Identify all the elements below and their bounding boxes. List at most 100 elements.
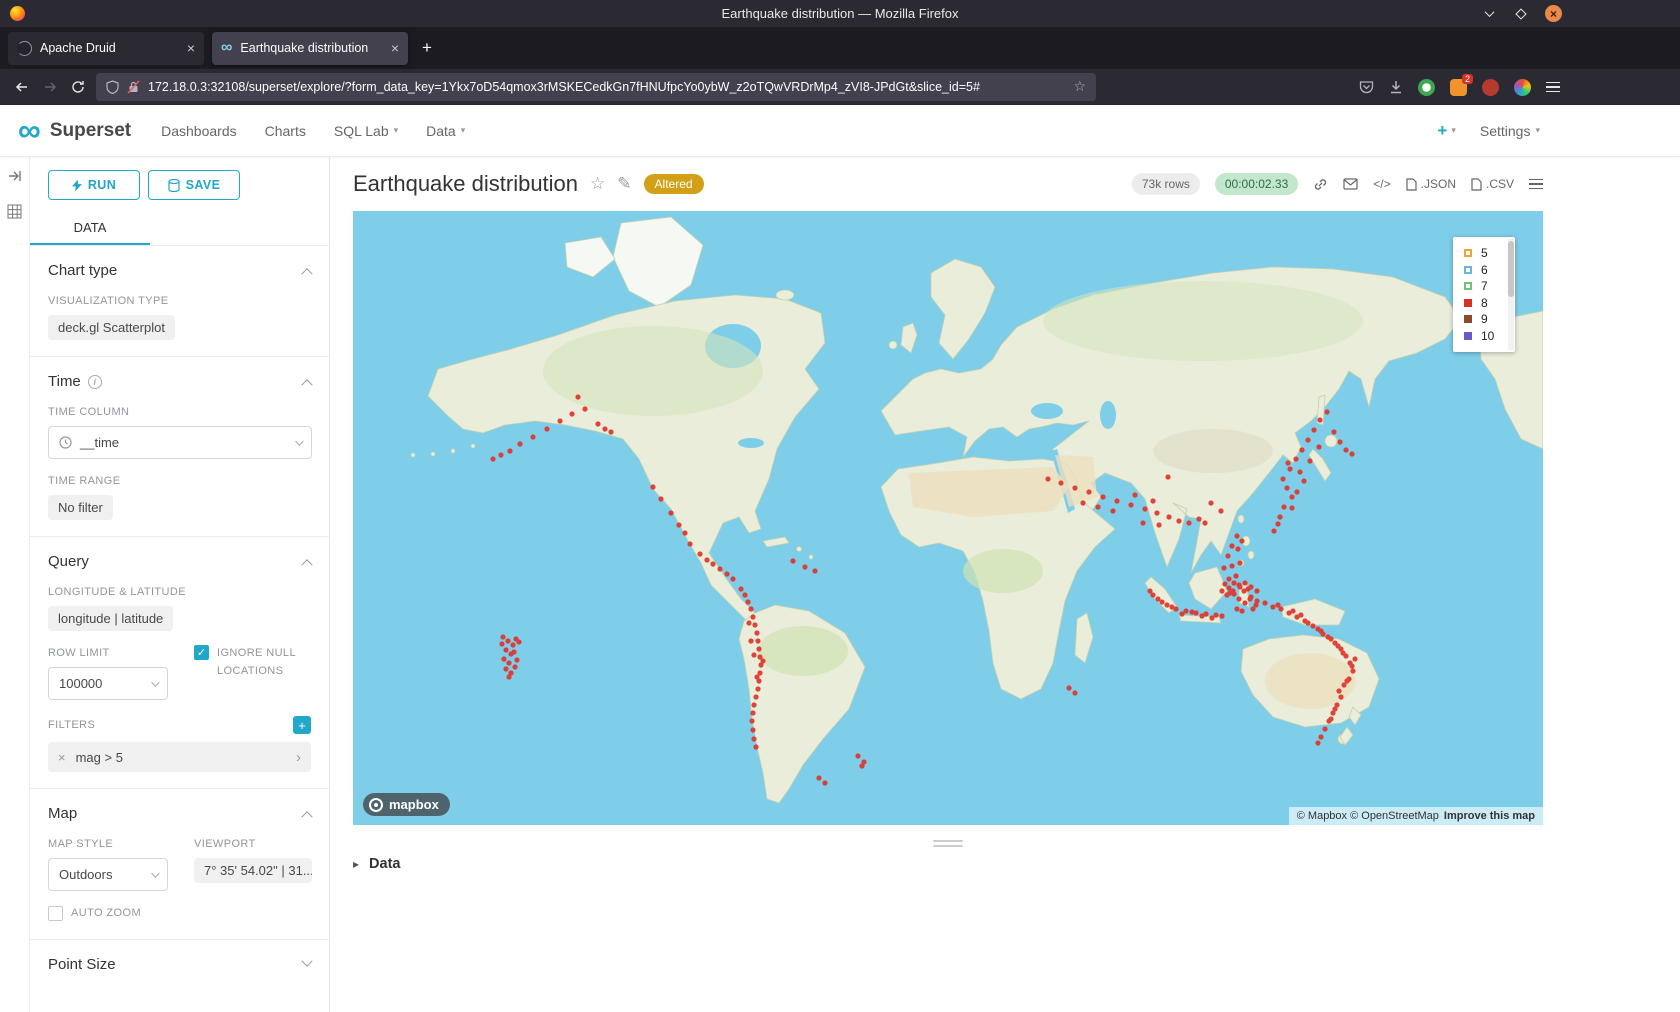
viz-type-chip[interactable]: deck.gl Scatterplot — [48, 315, 175, 340]
window-close-button[interactable]: × — [1545, 5, 1562, 22]
legend-item[interactable]: 5 — [1464, 245, 1499, 262]
superset-logo-icon[interactable]: ∞ — [18, 118, 41, 144]
add-filter-button[interactable]: + — [293, 716, 311, 734]
legend-swatch-icon — [1464, 249, 1472, 257]
map-legend: 56789 10 — [1453, 237, 1515, 352]
legend-item[interactable]: 7 — [1464, 278, 1499, 295]
chart-title: Earthquake distribution — [353, 171, 578, 197]
legend-item[interactable]: 8 — [1464, 295, 1499, 312]
url-text[interactable]: 172.18.0.3:32108/superset/explore/?form_… — [148, 80, 1065, 94]
browser-tab-druid[interactable]: Apache Druid × — [8, 32, 204, 65]
nav-sql-lab[interactable]: SQL Lab▾ — [334, 123, 398, 139]
legend-scrollbar-thumb[interactable] — [1508, 241, 1514, 297]
legend-item[interactable]: 10 — [1464, 328, 1499, 345]
extension-icon-4[interactable] — [1514, 79, 1531, 96]
export-json-button[interactable]: .JSON — [1406, 177, 1456, 191]
chevron-down-icon: ▾ — [461, 126, 466, 136]
browser-toolbar: 172.18.0.3:32108/superset/explore/?form_… — [0, 69, 1680, 105]
map-style-select[interactable]: Outdoors — [48, 858, 168, 891]
expand-filter-icon[interactable]: › — [296, 749, 301, 766]
run-button[interactable]: RUN — [48, 170, 140, 200]
reload-button[interactable] — [64, 74, 92, 100]
auto-zoom-checkbox[interactable] — [48, 906, 63, 921]
insecure-lock-icon[interactable] — [127, 80, 140, 94]
ignore-null-label: IGNORE NULL LOCATIONS — [217, 645, 311, 680]
resize-drag-handle[interactable] — [933, 840, 963, 847]
expand-panel-icon[interactable] — [8, 169, 22, 188]
collapse-chevron-icon[interactable] — [301, 559, 312, 570]
improve-map-link[interactable]: Improve this map — [1444, 810, 1535, 822]
nav-dashboards[interactable]: Dashboards — [161, 123, 237, 139]
legend-item[interactable]: 9 — [1464, 311, 1499, 328]
bookmark-star-icon[interactable]: ☆ — [1073, 79, 1086, 95]
url-bar[interactable]: 172.18.0.3:32108/superset/explore/?form_… — [96, 73, 1096, 101]
export-csv-button[interactable]: .CSV — [1471, 177, 1514, 191]
legend-swatch-icon — [1464, 282, 1472, 290]
section-header[interactable]: Point Size — [48, 956, 311, 973]
save-button[interactable]: SAVE — [148, 170, 240, 200]
bolt-icon — [72, 179, 82, 192]
cache-link-icon[interactable] — [1313, 177, 1328, 192]
viewport-chip[interactable]: 7° 35' 54.02" | 31... — [194, 858, 312, 883]
time-column-select[interactable]: __time — [48, 426, 312, 459]
collapse-chevron-icon[interactable] — [301, 268, 312, 279]
back-button[interactable] — [8, 74, 36, 100]
header-right: +▾ Settings▾ — [1437, 121, 1540, 141]
legend-item[interactable]: 6 — [1464, 262, 1499, 279]
dataset-grid-icon[interactable] — [7, 204, 22, 224]
expand-chevron-icon[interactable] — [301, 956, 312, 967]
section-map: Map MAP STYLE Outdoors VIEWPORT 7° 35' 5… — [30, 789, 329, 940]
clock-icon — [59, 436, 72, 449]
collapse-chevron-icon[interactable] — [301, 379, 312, 390]
extension-icon-1[interactable] — [1418, 79, 1435, 96]
query-timer-badge: 00:00:02.33 — [1215, 173, 1298, 195]
edit-pencil-icon[interactable]: ✎ — [617, 174, 631, 194]
section-header[interactable]: Query — [48, 553, 311, 570]
browser-tab-earthquake[interactable]: ∞ Earthquake distribution × — [212, 32, 408, 65]
chevron-down-icon: ▾ — [394, 126, 399, 136]
downloads-icon[interactable] — [1389, 80, 1403, 94]
extension-icon-3[interactable] — [1482, 79, 1499, 96]
new-tab-button[interactable]: + — [416, 38, 438, 58]
tab-data[interactable]: DATA — [30, 210, 150, 245]
new-object-button[interactable]: +▾ — [1437, 121, 1455, 141]
filter-chip[interactable]: × mag > 5 › — [48, 742, 311, 772]
altered-badge[interactable]: Altered — [644, 174, 704, 194]
remove-filter-icon[interactable]: × — [58, 750, 66, 765]
tracking-shield-icon[interactable] — [106, 80, 119, 94]
collapse-chevron-icon[interactable] — [301, 811, 312, 822]
menu-icon[interactable] — [1546, 82, 1560, 93]
window-maximize-button[interactable] — [1513, 6, 1529, 22]
tab-close-icon[interactable]: × — [391, 40, 399, 56]
world-map — [353, 211, 1543, 825]
time-range-chip[interactable]: No filter — [48, 495, 113, 520]
window-shade-button[interactable] — [1481, 6, 1497, 22]
legend-label: 9 — [1481, 312, 1488, 326]
south-pane: ▸ Data — [353, 840, 1543, 872]
filters-label: FILTERS — [48, 719, 95, 731]
chart-menu-icon[interactable] — [1529, 179, 1543, 190]
attribution-text[interactable]: © Mapbox © OpenStreetMap — [1297, 810, 1439, 822]
superset-brand[interactable]: Superset — [50, 120, 131, 142]
section-header[interactable]: Chart type — [48, 262, 311, 279]
tab-close-icon[interactable]: × — [187, 40, 195, 56]
section-header[interactable]: Timei — [48, 373, 311, 390]
window-titlebar: Earthquake distribution — Mozilla Firefo… — [0, 0, 1680, 27]
lonlat-chip[interactable]: longitude | latitude — [48, 606, 173, 631]
data-panel-expander[interactable]: ▸ Data — [353, 856, 1543, 872]
nav-charts[interactable]: Charts — [265, 123, 306, 139]
row-limit-select[interactable]: 100000 — [48, 667, 168, 700]
embed-code-icon[interactable]: </> — [1373, 177, 1390, 191]
settings-menu[interactable]: Settings▾ — [1480, 123, 1540, 139]
mapbox-logo[interactable]: mapbox — [363, 793, 450, 816]
forward-button[interactable] — [36, 74, 64, 100]
email-icon[interactable] — [1343, 178, 1358, 190]
section-header[interactable]: Map — [48, 805, 311, 822]
favorite-star-icon[interactable]: ☆ — [590, 174, 605, 194]
extension-icon-2[interactable]: 2 — [1450, 79, 1467, 96]
panel-tabs: DATA — [30, 210, 329, 246]
ignore-null-checkbox[interactable]: ✓ — [194, 645, 209, 660]
deckgl-map[interactable]: 5678910 mapbox © Mapbox © OpenStreetMap … — [353, 211, 1543, 825]
nav-data[interactable]: Data▾ — [426, 123, 465, 139]
pocket-icon[interactable] — [1359, 80, 1374, 94]
